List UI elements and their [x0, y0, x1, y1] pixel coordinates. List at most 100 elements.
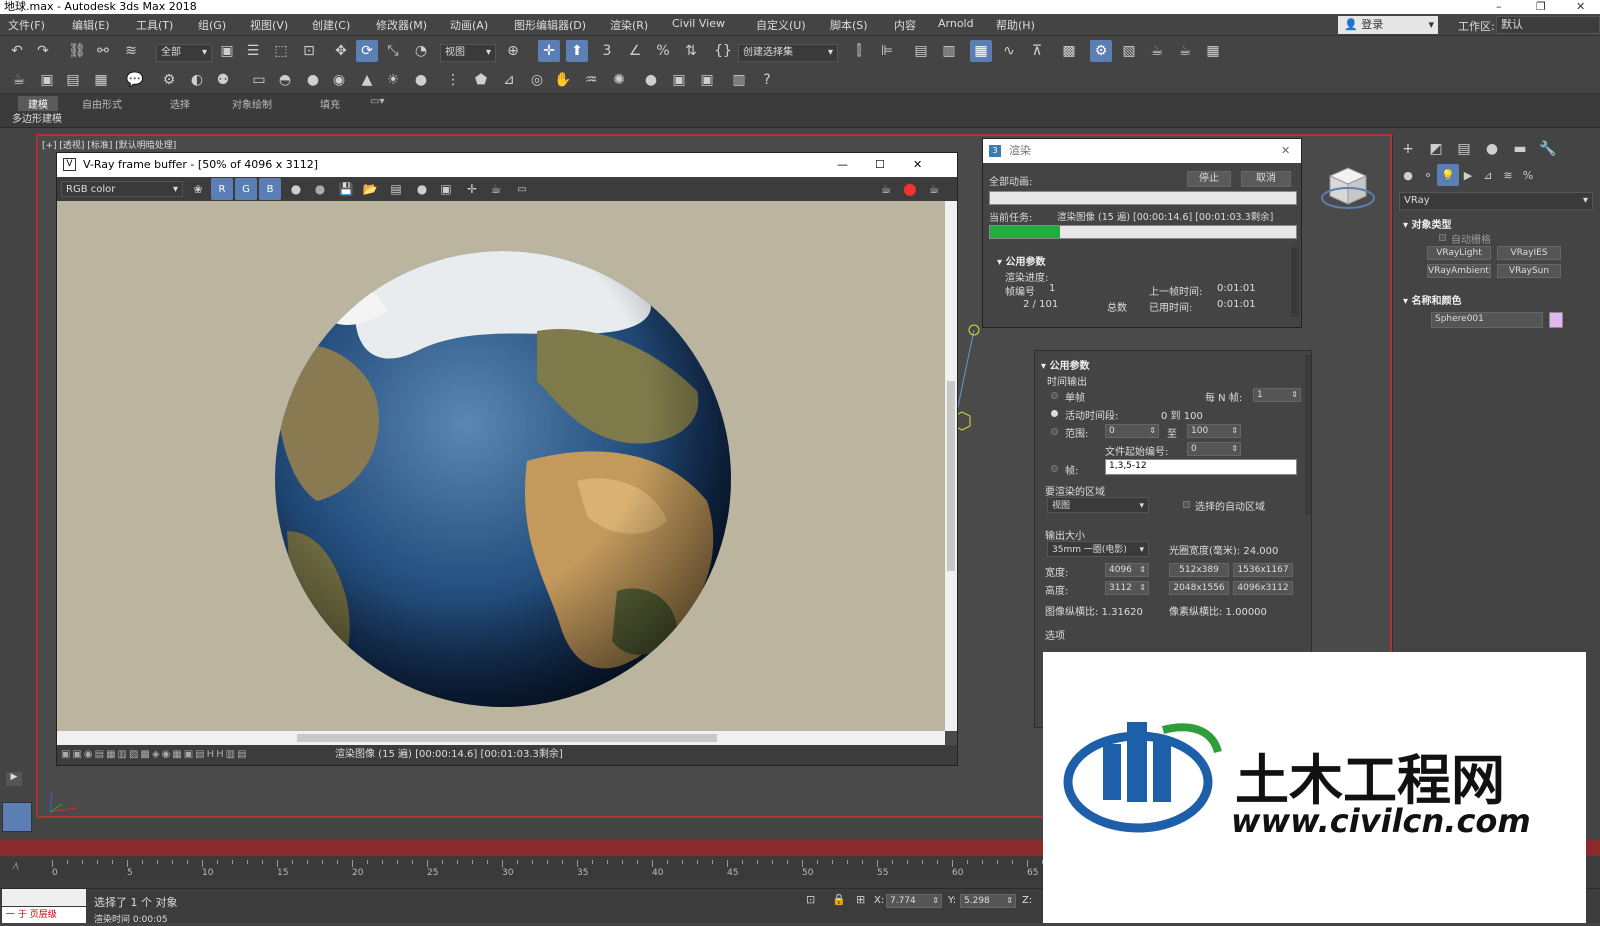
render-production-icon[interactable]: ☕	[1146, 40, 1168, 62]
close-button[interactable]: ✕	[1576, 0, 1585, 14]
play-icon[interactable]: ▶	[6, 772, 22, 786]
settings-icon[interactable]: ▥	[728, 69, 750, 91]
width-field[interactable]: 4096	[1105, 563, 1149, 577]
vfb-close-button[interactable]: ✕	[913, 153, 922, 177]
height-field[interactable]: 3112	[1105, 581, 1149, 595]
vrayies-button[interactable]: VRayIES	[1497, 246, 1561, 260]
frames-input[interactable]: 1,3,5-12	[1105, 459, 1297, 475]
ribbon-icon[interactable]: ▥	[938, 40, 960, 62]
login-dropdown[interactable]: 👤 登录 ▾	[1338, 16, 1438, 34]
teapot-icon[interactable]: ☕	[8, 69, 30, 91]
window-crossing-icon[interactable]: ⊡	[298, 40, 320, 62]
copy-to-clipboard-icon[interactable]: ▣	[435, 178, 457, 200]
menu-graph-editors[interactable]: 图形编辑器(D)	[514, 17, 586, 33]
menu-rendering[interactable]: 渲染(R)	[610, 17, 648, 33]
displacement-icon[interactable]: ✋	[552, 69, 574, 91]
render-frame-window-icon[interactable]: ▧	[1118, 40, 1140, 62]
film-format-dropdown[interactable]: 35mm 一圈(电影)	[1047, 541, 1149, 558]
place-icon[interactable]: ◔	[410, 40, 432, 62]
export-icon[interactable]: ▣	[696, 69, 718, 91]
rs-common-params-header[interactable]: ▾ 公用参数	[1041, 357, 1090, 372]
frame-buffer-icon[interactable]: ▤	[62, 69, 84, 91]
render-iterative-icon[interactable]: ☕	[1174, 40, 1196, 62]
scale-icon[interactable]: ⤡	[382, 40, 404, 62]
proxy-icon[interactable]: ⬟	[470, 69, 492, 91]
layer-explorer-icon[interactable]: ▤	[910, 40, 932, 62]
vraysun-button[interactable]: VRaySun	[1497, 264, 1561, 278]
curve-editor-icon[interactable]: ∿	[998, 40, 1020, 62]
render-region-icon[interactable]: ☕	[485, 178, 507, 200]
renderer-category-dropdown[interactable]: VRay	[1399, 192, 1593, 210]
fur-obj-icon[interactable]: ✺	[608, 69, 630, 91]
vray-icon[interactable]: ⚙	[158, 69, 180, 91]
named-selection-dropdown[interactable]: 创建选择集	[738, 44, 838, 62]
vfb-vertical-scrollbar[interactable]	[945, 201, 957, 731]
mono-icon[interactable]: ●	[309, 178, 331, 200]
isolate-icon[interactable]: ⊡	[806, 893, 815, 906]
range-to-field[interactable]: 100	[1187, 424, 1241, 438]
absolute-mode-icon[interactable]: ⊞	[856, 893, 865, 906]
autogrid-checkbox[interactable]	[1439, 234, 1446, 241]
track-bar-toggle-icon[interactable]: ⁄\	[14, 862, 19, 872]
every-nth-field[interactable]: 1	[1253, 388, 1301, 402]
schematic-view-icon[interactable]: ⊼	[1026, 40, 1048, 62]
frames-radio[interactable]	[1051, 465, 1058, 472]
render-last-icon[interactable]: ☕	[923, 178, 945, 200]
vfb-hscroll-thumb[interactable]	[297, 734, 717, 742]
pivot-icon[interactable]: ⊕	[502, 40, 524, 62]
lock-selection-icon[interactable]: 🔒	[832, 893, 846, 906]
material-sphere-icon[interactable]: ●	[640, 69, 662, 91]
render-frame-icon[interactable]: ▣	[36, 69, 58, 91]
modify-tab-icon[interactable]: ◩	[1425, 138, 1447, 160]
preset-2048-button[interactable]: 2048x1556	[1169, 581, 1229, 595]
select-object-icon[interactable]: ▣	[216, 40, 238, 62]
render-dialog-close-button[interactable]: ✕	[1281, 139, 1290, 163]
select-manipulate-icon[interactable]: ✛	[538, 40, 560, 62]
bind-space-warp-icon[interactable]: ≋	[120, 40, 142, 62]
spinner-snap-icon[interactable]: ⇅	[680, 40, 702, 62]
snaps-toggle-icon[interactable]: 3	[596, 40, 618, 62]
workspace-dropdown[interactable]: 默认	[1496, 16, 1600, 34]
select-by-name-icon[interactable]: ☰	[242, 40, 264, 62]
align-icon[interactable]: ⊫	[876, 40, 898, 62]
alpha-white-icon[interactable]: ●	[285, 178, 307, 200]
menu-group[interactable]: 组(G)	[198, 17, 226, 33]
plane-obj-icon[interactable]: ⊿	[498, 69, 520, 91]
selection-filter-dropdown[interactable]: 全部	[156, 44, 212, 62]
create-tab-icon[interactable]: +	[1397, 138, 1419, 160]
vfb-channel-dropdown[interactable]: RGB color	[61, 181, 183, 198]
vfb-minimize-button[interactable]: —	[837, 153, 848, 177]
utilities-tab-icon[interactable]: 🔧	[1537, 138, 1559, 160]
compare-icon[interactable]: ▭	[511, 178, 533, 200]
motion-tab-icon[interactable]: ●	[1481, 138, 1503, 160]
geometry-icon[interactable]: ●	[1397, 164, 1419, 186]
lights-icon[interactable]: 💡	[1437, 164, 1459, 186]
menu-content[interactable]: 内容	[894, 17, 916, 33]
render-setup-scrollbar[interactable]	[1305, 355, 1311, 515]
menu-file[interactable]: 文件(F)	[8, 17, 45, 33]
polygon-modeling-label[interactable]: 多边形建模	[12, 114, 62, 125]
load-image-icon[interactable]: 📂	[359, 178, 381, 200]
menu-tools[interactable]: 工具(T)	[136, 17, 173, 33]
tab-freeform[interactable]: 自由形式	[72, 96, 132, 111]
color-channels-icon[interactable]: ❀	[187, 178, 209, 200]
material-editor-icon[interactable]: ▩	[1058, 40, 1080, 62]
menu-edit[interactable]: 编辑(E)	[72, 17, 110, 33]
render-dialog-scrollbar[interactable]	[1291, 247, 1299, 317]
track-bar[interactable]: ⁄\ 0 5 10 15 20 25 30 35 40 45 50 55 60 65	[0, 858, 1088, 882]
tab-selection[interactable]: 选择	[160, 96, 200, 111]
blue-channel-icon[interactable]: B	[259, 178, 281, 200]
undo-icon[interactable]: ↶	[6, 40, 28, 62]
menu-scripting[interactable]: 脚本(S)	[830, 17, 868, 33]
hair-icon[interactable]: ♒	[580, 69, 602, 91]
red-channel-icon[interactable]: R	[211, 178, 233, 200]
stop-button[interactable]: 停止	[1187, 171, 1231, 187]
range-from-field[interactable]: 0	[1105, 424, 1159, 438]
sun-icon[interactable]: ☀	[382, 69, 404, 91]
keyboard-shortcut-icon[interactable]: ⬆	[566, 40, 588, 62]
stop-render-icon[interactable]: ●	[411, 178, 433, 200]
ies-light-icon[interactable]: ▲	[356, 69, 378, 91]
link-icon[interactable]: ⛓	[66, 40, 88, 62]
vfb-horizontal-scrollbar[interactable]	[57, 731, 945, 745]
ambient-light-icon[interactable]: ●	[410, 69, 432, 91]
